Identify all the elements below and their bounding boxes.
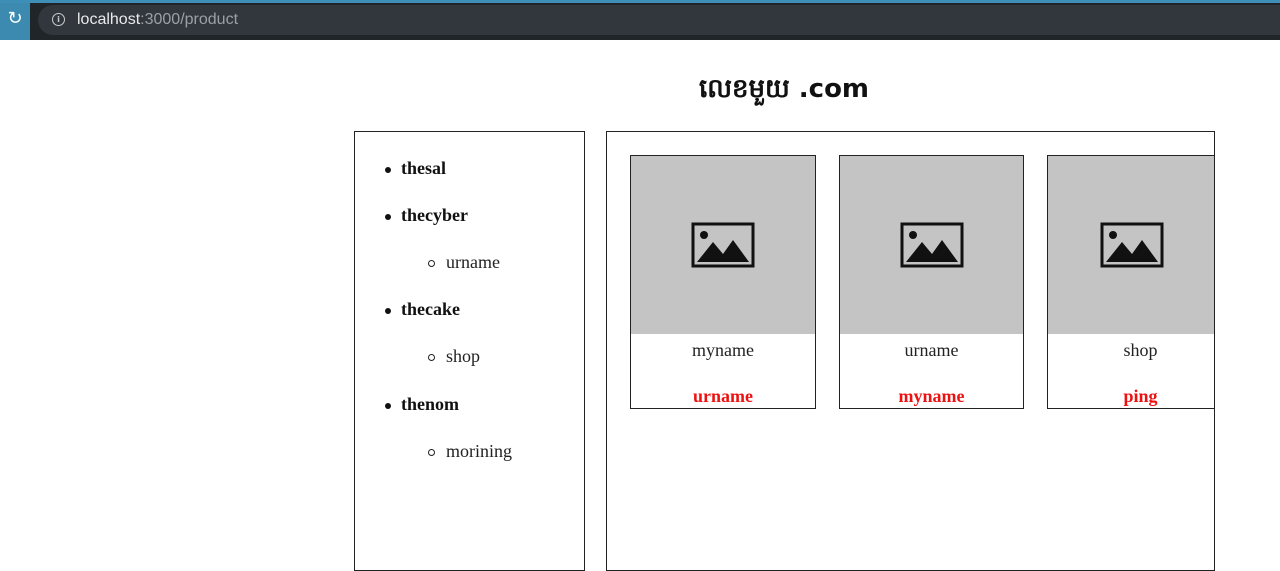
category-item-thenom[interactable]: thenom [385, 394, 459, 415]
subcategory-item-urname[interactable]: urname [428, 252, 500, 273]
product-card[interactable]: myname urname [630, 155, 816, 409]
url-text[interactable]: localhost:3000/product [77, 11, 238, 29]
page-title: លេខមួយ .com [698, 74, 870, 104]
reload-icon[interactable]: ↻ [0, 3, 30, 40]
product-tag[interactable]: ping [1048, 386, 1214, 407]
product-tag[interactable]: myname [840, 386, 1023, 407]
image-placeholder-icon [1100, 222, 1163, 268]
category-item-thecake[interactable]: thecake [385, 299, 460, 320]
info-icon[interactable]: i [52, 13, 65, 26]
product-card[interactable]: shop ping [1047, 155, 1214, 409]
product-card[interactable]: urname myname [839, 155, 1024, 409]
product-image[interactable] [631, 156, 815, 334]
product-name: shop [1123, 340, 1158, 360]
product-name: urname [904, 340, 959, 360]
product-image[interactable] [1048, 156, 1214, 334]
product-image[interactable] [840, 156, 1023, 334]
url-path: :3000/product [140, 11, 239, 28]
subcategory-item-shop[interactable]: shop [427, 346, 480, 367]
subcategory-item-morining[interactable]: morining [428, 441, 512, 462]
product-tag[interactable]: urname [631, 386, 815, 407]
url-host: localhost [77, 11, 141, 28]
product-grid: myname urname urname myname shop ping [606, 131, 1215, 571]
category-item-thecyber[interactable]: thecyber [385, 205, 468, 226]
product-name: myname [692, 340, 754, 360]
category-item-thesal[interactable]: thesal [385, 158, 446, 179]
browser-toolbar: ↻ i localhost:3000/product [0, 0, 1280, 40]
image-placeholder-icon [900, 222, 963, 268]
category-sidebar: thesal thecyber urname thecake shop then… [354, 131, 585, 571]
image-placeholder-icon [691, 222, 755, 268]
address-bar[interactable]: i localhost:3000/product [38, 5, 1280, 35]
